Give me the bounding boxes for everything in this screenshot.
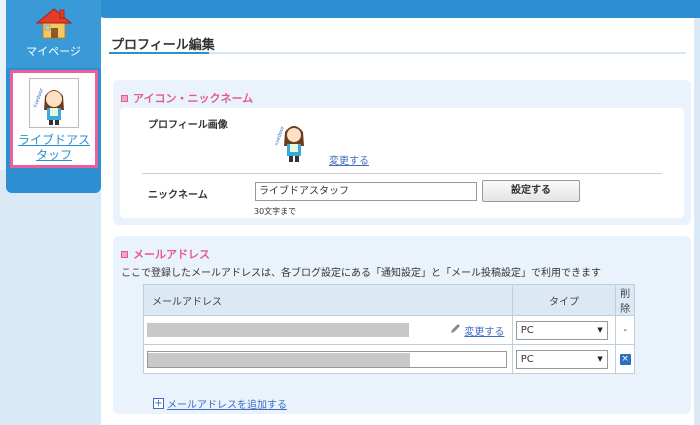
delete-cell: × bbox=[615, 344, 635, 374]
masked-email bbox=[147, 323, 409, 337]
delete-cell: - bbox=[615, 315, 635, 345]
icon-nickname-section: アイコン・ニックネーム プロフィール画像 livedoor 変更する ニックネー… bbox=[113, 80, 691, 225]
mypage-label: マイページ bbox=[26, 45, 81, 58]
user-card[interactable]: livedoor ライブドアスタッフ bbox=[10, 70, 98, 168]
main-content: プロフィール編集 アイコン・ニックネーム プロフィール画像 livedoor 変… bbox=[101, 18, 694, 425]
char-limit-note: 30文字まで bbox=[254, 207, 297, 216]
nickname-input[interactable]: ライブドアスタッフ bbox=[255, 182, 477, 201]
set-nickname-button[interactable]: 設定する bbox=[482, 180, 580, 202]
profile-image-label: プロフィール画像 bbox=[148, 120, 228, 131]
email-input[interactable] bbox=[147, 350, 507, 368]
sidebar-item-mypage[interactable]: マイページ bbox=[6, 0, 101, 68]
column-delete: 削除 bbox=[615, 284, 635, 316]
add-email-link[interactable]: + メールアドレスを追加する bbox=[153, 396, 287, 411]
table-row: PC ▼ × bbox=[143, 344, 635, 374]
nickname-label: ニックネーム bbox=[148, 190, 208, 201]
user-name-link[interactable]: ライブドアスタッフ bbox=[13, 133, 95, 163]
plus-icon: + bbox=[153, 398, 164, 409]
type-cell: PC ▼ bbox=[511, 344, 617, 374]
email-cell bbox=[143, 344, 513, 374]
icon-section-body: プロフィール画像 livedoor 変更する ニックネーム ライブドアスタッフ … bbox=[120, 108, 684, 218]
section-title: メールアドレス bbox=[133, 248, 210, 261]
pencil-icon bbox=[450, 323, 461, 337]
type-select[interactable]: PC ▼ bbox=[515, 320, 608, 340]
delete-icon[interactable]: × bbox=[619, 354, 631, 365]
type-value: PC bbox=[520, 324, 534, 336]
type-value: PC bbox=[520, 353, 534, 365]
square-bullet-icon bbox=[121, 250, 128, 258]
divider bbox=[142, 173, 662, 174]
house-icon bbox=[34, 6, 74, 40]
type-select[interactable]: PC ▼ bbox=[515, 349, 608, 369]
table-row: 変更する PC ▼ - bbox=[143, 315, 635, 345]
top-frame bbox=[94, 0, 700, 18]
chevron-down-icon: ▼ bbox=[597, 355, 603, 363]
chevron-down-icon: ▼ bbox=[597, 326, 603, 334]
profile-image: livedoor bbox=[275, 118, 313, 164]
section-title: アイコン・ニックネーム bbox=[133, 92, 254, 105]
user-avatar: livedoor bbox=[29, 78, 79, 128]
section-heading-email: メールアドレス bbox=[121, 246, 210, 262]
column-email: メールアドレス bbox=[143, 284, 513, 316]
add-email-label: メールアドレスを追加する bbox=[167, 400, 287, 411]
title-rule bbox=[109, 52, 686, 54]
email-section: メールアドレス ここで登録したメールアドレスは、各ブログ設定にある「通知設定」と… bbox=[113, 236, 691, 414]
section-heading-icon: アイコン・ニックネーム bbox=[121, 90, 253, 106]
page-title: プロフィール編集 bbox=[111, 38, 215, 53]
column-type: タイプ bbox=[511, 284, 617, 316]
square-bullet-icon bbox=[121, 94, 128, 102]
email-cell: 変更する bbox=[143, 315, 513, 345]
masked-email bbox=[148, 352, 410, 367]
email-table: メールアドレス タイプ 削除 変更する PC ▼ - PC ▼ × bbox=[143, 284, 635, 374]
change-email-link[interactable]: 変更する bbox=[464, 327, 504, 338]
email-description: ここで登録したメールアドレスは、各ブログ設定にある「通知設定」と「メール投稿設定… bbox=[121, 268, 601, 279]
table-header-row: メールアドレス タイプ 削除 bbox=[143, 284, 635, 316]
type-cell: PC ▼ bbox=[511, 315, 617, 345]
change-profile-image-link[interactable]: 変更する bbox=[329, 152, 369, 167]
